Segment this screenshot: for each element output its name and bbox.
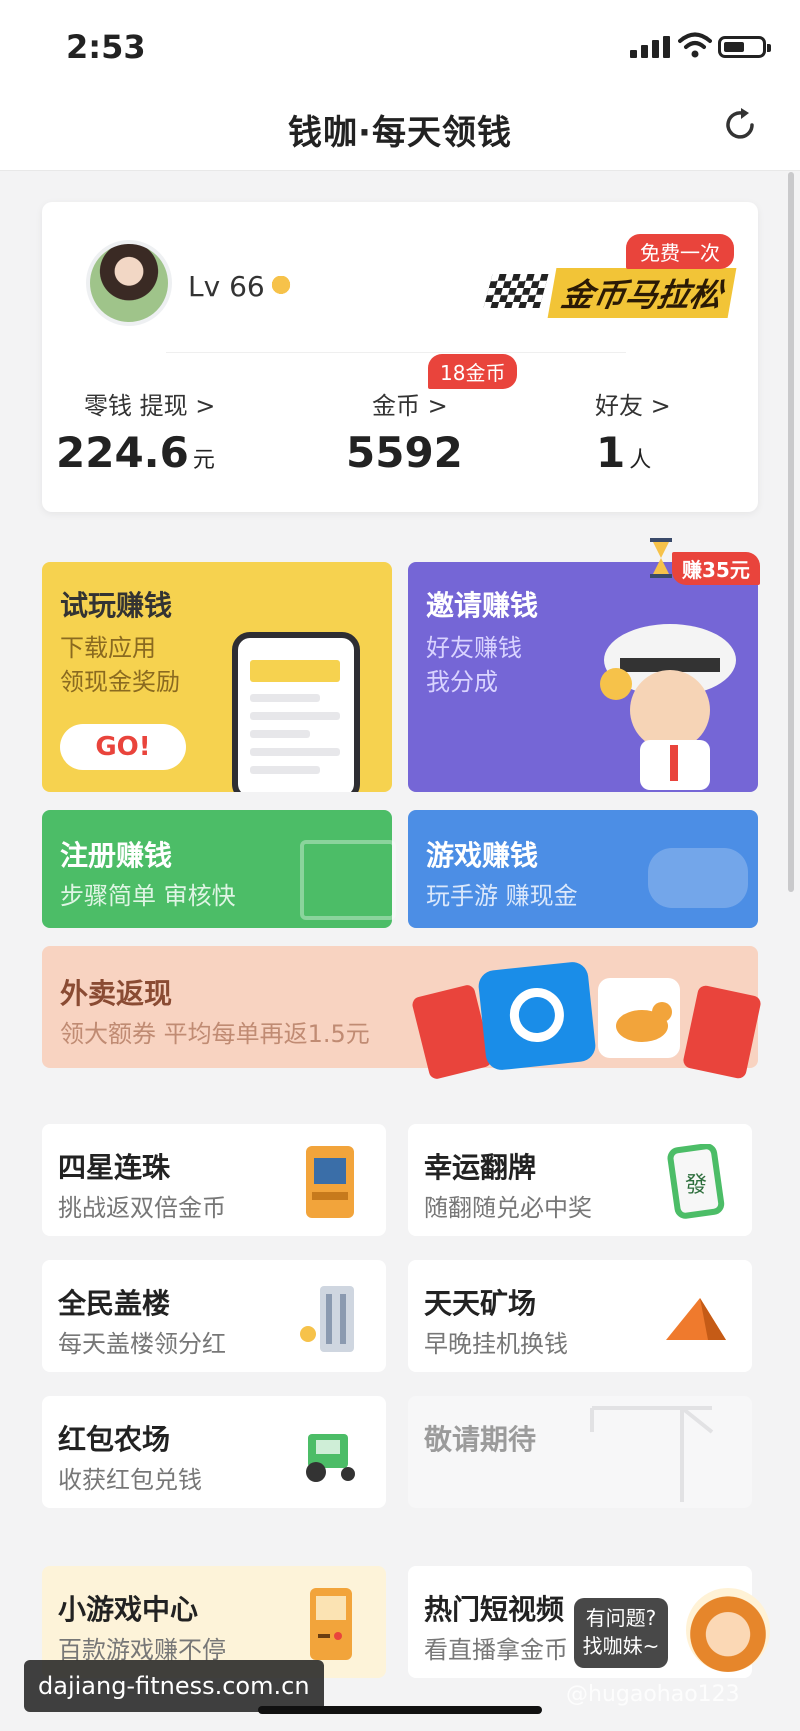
game-title: 热门短视频 bbox=[424, 1593, 565, 1626]
marathon-label: 金币马拉松 bbox=[547, 268, 737, 318]
game-item[interactable]: 天天矿场 早晚挂机换钱 bbox=[408, 1260, 752, 1372]
game-subtitle: 随翻随兑必中奖 bbox=[424, 1194, 592, 1222]
medal-icon bbox=[270, 276, 291, 298]
game-subtitle: 早晚挂机换钱 bbox=[424, 1330, 568, 1358]
register-earn-line1: 步骤简单 审核快 bbox=[60, 882, 236, 910]
try-earn-line1: 下载应用 bbox=[60, 634, 156, 662]
game-title: 小游戏中心 bbox=[58, 1593, 199, 1626]
game-earn-title: 游戏赚钱 bbox=[426, 839, 539, 872]
avatar[interactable] bbox=[86, 240, 172, 326]
coin-reward-badge: 18金币 bbox=[428, 354, 518, 389]
support-avatar-icon[interactable] bbox=[686, 1588, 770, 1672]
arcade-icon bbox=[306, 1146, 354, 1218]
home-indicator[interactable] bbox=[258, 1706, 542, 1714]
game-subtitle: 挑战返双倍金币 bbox=[58, 1194, 226, 1222]
game-subtitle: 收获红包兑钱 bbox=[58, 1466, 202, 1494]
scrollbar[interactable] bbox=[788, 172, 794, 892]
id-card-icon bbox=[300, 840, 396, 920]
invite-earn-title: 邀请赚钱 bbox=[426, 589, 539, 622]
game-subtitle: 每天盖楼领分红 bbox=[58, 1330, 226, 1358]
navigation-bar: 钱咖·每天领钱 bbox=[0, 95, 800, 171]
game-title: 幸运翻牌 bbox=[424, 1151, 537, 1184]
eleme-app-icon bbox=[477, 960, 597, 1072]
balance-label[interactable]: 零钱 提现 > bbox=[84, 386, 215, 421]
wifi-icon bbox=[678, 32, 712, 58]
try-earn-tile[interactable]: 试玩赚钱 下载应用 领现金奖励 GO! bbox=[42, 562, 392, 792]
tractor-icon bbox=[306, 1434, 355, 1482]
help-line1: 有问题? bbox=[585, 1606, 657, 1630]
game-title: 敬请期待 bbox=[424, 1423, 537, 1456]
try-earn-line2: 领现金奖励 bbox=[60, 668, 180, 696]
delivery-cashback-title: 外卖返现 bbox=[60, 977, 173, 1010]
game-title: 四星连珠 bbox=[58, 1151, 171, 1184]
status-bar: 2:53 bbox=[0, 0, 800, 95]
friends-count: 1 bbox=[596, 428, 626, 477]
hourglass-icon bbox=[650, 538, 672, 578]
gamepad-icon bbox=[648, 848, 748, 908]
site-watermark: dajiang-fitness.com.cn bbox=[24, 1660, 324, 1712]
free-once-badge: 免费一次 bbox=[626, 234, 734, 269]
coin-marathon-banner[interactable]: 金币马拉松 bbox=[483, 266, 748, 318]
coins-value: 5592 bbox=[346, 428, 463, 477]
balance-amount: 224.6 bbox=[56, 428, 189, 477]
gameboy-icon bbox=[310, 1588, 352, 1660]
go-button[interactable]: GO! bbox=[60, 724, 186, 770]
refresh-icon[interactable] bbox=[720, 105, 760, 145]
game-item[interactable]: 红包农场 收获红包兑钱 bbox=[42, 1396, 386, 1508]
level-text: Lv 66 bbox=[188, 270, 265, 303]
customer-help-bubble[interactable]: 有问题? 找咖妹~ bbox=[574, 1598, 668, 1668]
delivery-cashback-line1: 领大额券 平均每单再返1.5元 bbox=[60, 1020, 370, 1048]
game-earn-line1: 玩手游 赚现金 bbox=[426, 882, 578, 910]
game-item[interactable]: 四星连珠 挑战返双倍金币 bbox=[42, 1124, 386, 1236]
invite-earn-line2: 我分成 bbox=[426, 668, 498, 696]
game-item[interactable]: 全民盖楼 每天盖楼领分红 bbox=[42, 1260, 386, 1372]
earn-35-badge: 赚35元 bbox=[672, 552, 760, 585]
balance-unit: 元 bbox=[192, 448, 215, 473]
balance-value: 224.6 元 bbox=[56, 428, 215, 477]
game-title: 全民盖楼 bbox=[58, 1287, 171, 1320]
battery-icon bbox=[718, 36, 771, 58]
mahjong-tile-icon: 發 bbox=[667, 1144, 725, 1219]
game-title: 天天矿场 bbox=[424, 1287, 537, 1320]
game-title: 红包农场 bbox=[58, 1423, 171, 1456]
profile-card: Lv 66 金币马拉松 免费一次 18金币 零钱 提现 > 224.6 元 金币 … bbox=[42, 202, 758, 512]
try-earn-title: 试玩赚钱 bbox=[60, 589, 173, 622]
construction-crane-icon bbox=[590, 1406, 714, 1502]
status-time: 2:53 bbox=[66, 28, 146, 66]
user-level: Lv 66 bbox=[188, 270, 291, 303]
game-item-coming-soon: 敬请期待 bbox=[408, 1396, 752, 1508]
friends-label[interactable]: 好友 > bbox=[595, 386, 671, 421]
corner-watermark: @hugaohao123 bbox=[566, 1682, 740, 1707]
help-line2: 找咖妹~ bbox=[582, 1634, 660, 1658]
cellular-signal-icon bbox=[630, 36, 670, 58]
page-title: 钱咖·每天领钱 bbox=[288, 113, 512, 153]
divider bbox=[166, 352, 626, 353]
mine-tent-icon bbox=[666, 1298, 726, 1340]
mascot-chef-icon bbox=[600, 624, 736, 790]
register-earn-title: 注册赚钱 bbox=[60, 839, 173, 872]
kangaroo-icon bbox=[598, 978, 680, 1058]
svg-text:發: 發 bbox=[685, 1173, 707, 1198]
game-item[interactable]: 幸运翻牌 随翻随兑必中奖 發 bbox=[408, 1124, 752, 1236]
friends-unit: 人 bbox=[629, 448, 652, 473]
invite-earn-line1: 好友赚钱 bbox=[426, 634, 522, 662]
checkered-flag-icon bbox=[483, 274, 549, 308]
coins-label[interactable]: 金币 > bbox=[372, 386, 448, 421]
game-subtitle: 看直播拿金币 bbox=[424, 1636, 568, 1664]
friends-value: 1人 bbox=[596, 428, 651, 477]
phone-illustration-icon bbox=[232, 632, 360, 792]
building-crane-icon bbox=[300, 1286, 354, 1352]
